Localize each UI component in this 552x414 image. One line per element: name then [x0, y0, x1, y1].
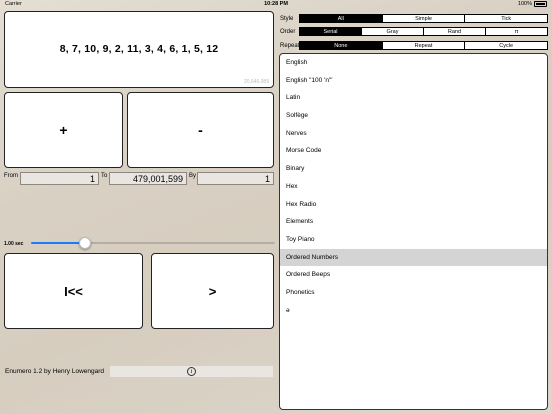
credit-text: Enumero 1.2 by Henry Lowengard [5, 368, 105, 375]
to-label: To [101, 173, 108, 179]
battery-percent: 100% [517, 1, 532, 7]
battery-icon [534, 1, 547, 7]
order-row: Order Serial Gray Rand π [280, 26, 548, 37]
to-field[interactable]: 479,001,599 [109, 172, 187, 185]
language-list-item[interactable]: Solfège [280, 107, 547, 125]
repeat-row: Repeat None Repeat Cycle [280, 40, 548, 51]
by-field[interactable]: 1 [197, 172, 274, 185]
sequence-text: 8, 7, 10, 9, 2, 11, 3, 4, 6, 1, 5, 12 [59, 43, 219, 55]
by-label: By [189, 173, 197, 179]
language-list-item[interactable]: Ordered Numbers [280, 248, 547, 267]
language-list[interactable]: English English "100 'n'" Latin Solfège Nerv… [279, 53, 548, 410]
style-row: Style All Simple Tick [280, 13, 548, 24]
language-list-item[interactable]: Latin [280, 89, 547, 107]
style-label: Style [280, 15, 294, 22]
order-segmented-control[interactable]: Serial Gray Rand π [299, 27, 548, 36]
language-list-item[interactable]: Hex Radio [280, 196, 547, 214]
language-list-item[interactable]: Hex [280, 178, 547, 196]
language-list-item[interactable]: Morse Code [280, 142, 547, 160]
style-segment[interactable]: All [300, 15, 383, 22]
from-label: From [4, 173, 18, 179]
repeat-segment[interactable]: None [300, 42, 383, 49]
battery-indicator: 100% [518, 1, 547, 7]
repeat-segment[interactable]: Cycle [465, 42, 547, 49]
language-list-item[interactable]: Binary [280, 160, 547, 178]
from-field[interactable]: 1 [20, 172, 99, 185]
sequence-display: 8, 7, 10, 9, 2, 11, 3, 4, 6, 1, 5, 12 20… [4, 11, 274, 88]
rewind-button[interactable]: I<< [4, 253, 143, 329]
permutation-index: 20,646,089 [243, 79, 269, 85]
language-list-item[interactable]: Toy Piano [280, 231, 547, 249]
order-segment[interactable]: Serial [300, 28, 362, 35]
speed-slider[interactable] [31, 242, 275, 244]
language-list-item[interactable]: English [280, 54, 547, 72]
speed-label: 1.00 sec [4, 241, 24, 247]
language-list-item[interactable]: Elements [280, 213, 547, 231]
order-segment[interactable]: Rand [424, 28, 486, 35]
increment-button[interactable]: + [4, 92, 123, 168]
decrement-button[interactable]: - [127, 92, 274, 168]
language-list-item[interactable]: Ordered Beeps [280, 266, 547, 284]
order-segment[interactable]: π [486, 28, 547, 35]
repeat-segmented-control[interactable]: None Repeat Cycle [299, 41, 548, 50]
clock: 10:28 PM [264, 1, 288, 7]
repeat-segment[interactable]: Repeat [383, 42, 466, 49]
repeat-label: Repeat [280, 42, 300, 49]
step-forward-button[interactable]: > [151, 253, 274, 329]
speed-slider-fill [31, 242, 85, 244]
style-segment[interactable]: Simple [383, 15, 466, 22]
language-list-item[interactable]: Phonetics [280, 284, 547, 302]
order-segment[interactable]: Gray [362, 28, 424, 35]
language-list-item[interactable]: ə [280, 302, 547, 320]
status-bar: Carrier 10:28 PM 100% [0, 0, 552, 9]
order-label: Order [280, 28, 296, 35]
style-segmented-control[interactable]: All Simple Tick [299, 14, 548, 23]
language-list-item[interactable]: English "100 'n'" [280, 72, 547, 90]
style-segment[interactable]: Tick [465, 15, 547, 22]
speed-slider-knob[interactable] [78, 237, 91, 249]
language-list-item[interactable]: Nerves [280, 125, 547, 143]
info-icon[interactable]: i [187, 367, 196, 376]
